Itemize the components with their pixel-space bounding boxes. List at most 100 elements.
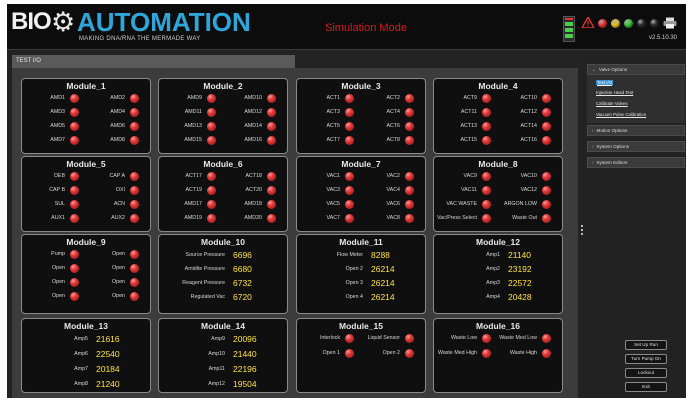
reading-value: 21140 (508, 250, 532, 260)
lockout-button[interactable]: Lockout (625, 368, 667, 378)
io-led-toggle[interactable] (70, 122, 79, 131)
io-led-toggle[interactable] (267, 214, 276, 223)
io-led-toggle[interactable] (70, 172, 79, 181)
io-led-toggle[interactable] (542, 349, 551, 358)
io-led-toggle[interactable] (405, 122, 414, 131)
test-io-tab[interactable]: TEST I/O (12, 55, 295, 68)
io-led-toggle[interactable] (482, 94, 491, 103)
io-led-toggle[interactable] (405, 94, 414, 103)
io-led-toggle[interactable] (345, 108, 354, 117)
io-led-toggle[interactable] (542, 214, 551, 223)
io-led-toggle[interactable] (542, 108, 551, 117)
menu-item-injection-head-test[interactable]: Injection Head Test (596, 90, 633, 95)
io-led-toggle[interactable] (70, 136, 79, 145)
io-led-toggle[interactable] (207, 94, 216, 103)
io-led-toggle[interactable] (130, 250, 139, 259)
io-led-toggle[interactable] (130, 186, 139, 195)
io-led-toggle[interactable] (130, 136, 139, 145)
io-led-toggle[interactable] (70, 292, 79, 301)
menu-item-vacuum-pulse-calibration[interactable]: Vacuum Pulse Calibration (596, 112, 646, 117)
io-led-toggle[interactable] (405, 349, 414, 358)
io-led-toggle[interactable] (207, 200, 216, 209)
io-led-toggle[interactable] (542, 172, 551, 181)
io-led-toggle[interactable] (345, 122, 354, 131)
io-led-toggle[interactable] (542, 186, 551, 195)
io-led-toggle[interactable] (207, 172, 216, 181)
io-led-toggle[interactable] (207, 214, 216, 223)
io-led-toggle[interactable] (345, 94, 354, 103)
io-led-toggle[interactable] (130, 264, 139, 273)
io-led-toggle[interactable] (130, 278, 139, 287)
reading-label: Flow Meter (336, 252, 363, 258)
io-led-toggle[interactable] (70, 278, 79, 287)
io-led-toggle[interactable] (482, 349, 491, 358)
io-led-toggle[interactable] (345, 334, 354, 343)
io-led-toggle[interactable] (482, 108, 491, 117)
io-led-toggle[interactable] (405, 172, 414, 181)
io-led-toggle[interactable] (405, 200, 414, 209)
io-led-toggle[interactable] (542, 200, 551, 209)
io-led-toggle[interactable] (405, 334, 414, 343)
set-up-run-button[interactable]: Set Up Run (625, 340, 667, 350)
turn-pump-on-button[interactable]: Turn Pump On (625, 354, 667, 364)
io-led-toggle[interactable] (482, 186, 491, 195)
io-led-toggle[interactable] (345, 200, 354, 209)
io-led-toggle[interactable] (207, 186, 216, 195)
io-led-toggle[interactable] (482, 172, 491, 181)
io-led-toggle[interactable] (267, 94, 276, 103)
printer-icon[interactable] (663, 17, 677, 29)
exit-button[interactable]: Exit (625, 382, 667, 392)
io-led-toggle[interactable] (70, 186, 79, 195)
io-led-toggle[interactable] (70, 250, 79, 259)
section-motion-options[interactable]: › Motion Options (587, 125, 685, 136)
io-led-toggle[interactable] (207, 122, 216, 131)
io-led-toggle[interactable] (70, 94, 79, 103)
io-led-toggle[interactable] (207, 108, 216, 117)
io-led-toggle[interactable] (405, 214, 414, 223)
io-led-toggle[interactable] (482, 334, 491, 343)
section-system-editors[interactable]: › System Editors (587, 157, 685, 168)
io-led-toggle[interactable] (130, 214, 139, 223)
io-led-toggle[interactable] (70, 264, 79, 273)
io-led-toggle[interactable] (482, 200, 491, 209)
io-led-toggle[interactable] (70, 108, 79, 117)
io-led-toggle[interactable] (345, 172, 354, 181)
io-led-toggle[interactable] (482, 122, 491, 131)
io-led-toggle[interactable] (130, 108, 139, 117)
io-led-toggle[interactable] (482, 214, 491, 223)
io-led-toggle[interactable] (130, 122, 139, 131)
io-led-toggle[interactable] (405, 108, 414, 117)
io-led-toggle[interactable] (207, 136, 216, 145)
io-led-toggle[interactable] (70, 214, 79, 223)
io-led-toggle[interactable] (345, 214, 354, 223)
io-led-toggle[interactable] (130, 172, 139, 181)
io-led-toggle[interactable] (70, 200, 79, 209)
io-label: ACT17 (185, 173, 203, 179)
io-led-toggle[interactable] (542, 122, 551, 131)
io-led-toggle[interactable] (267, 108, 276, 117)
section-system-options[interactable]: › System Options (587, 141, 685, 152)
reading-label: Amp10 (208, 351, 225, 357)
menu-item-calibrate-valves[interactable]: Calibrate Valves (596, 101, 628, 106)
io-led-toggle[interactable] (130, 292, 139, 301)
io-led-toggle[interactable] (267, 172, 276, 181)
io-led-toggle[interactable] (542, 94, 551, 103)
io-led-toggle[interactable] (542, 334, 551, 343)
io-led-toggle[interactable] (345, 349, 354, 358)
section-valve-options[interactable]: ⌄ Valve Options (587, 64, 685, 75)
io-led-toggle[interactable] (405, 186, 414, 195)
io-led-toggle[interactable] (345, 186, 354, 195)
io-led-toggle[interactable] (345, 136, 354, 145)
io-led-toggle[interactable] (130, 200, 139, 209)
io-led-toggle[interactable] (542, 136, 551, 145)
warning-icon[interactable] (582, 17, 594, 28)
io-led-toggle[interactable] (267, 122, 276, 131)
io-led-toggle[interactable] (267, 186, 276, 195)
io-led-toggle[interactable] (482, 136, 491, 145)
io-led-toggle[interactable] (405, 136, 414, 145)
io-led-toggle[interactable] (267, 200, 276, 209)
io-led-toggle[interactable] (130, 94, 139, 103)
io-led-toggle[interactable] (267, 136, 276, 145)
panel-splitter[interactable] (581, 225, 584, 237)
menu-item-test-io[interactable]: Test I/O (596, 80, 614, 85)
